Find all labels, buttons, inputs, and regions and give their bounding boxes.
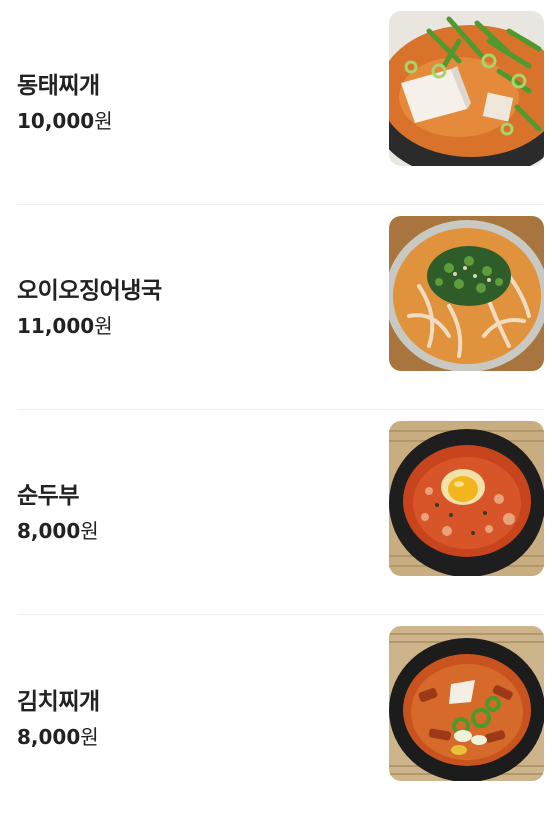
price-amount: 11,000 [17,314,95,338]
menu-item-text: 김치찌개 8,000원 [17,615,100,820]
menu-item-kimchi-jjigae[interactable]: 김치찌개 8,000원 [17,615,544,820]
sundubu-photo[interactable] [389,421,544,576]
price-unit: 원 [80,724,99,749]
price-unit: 원 [94,314,113,338]
menu-item-name: 오이오징어냉국 [17,278,162,304]
menu-item-price: 8,000원 [17,519,99,543]
menu-item-text: 순두부 8,000원 [17,410,99,614]
kimchi-jjigae-image [389,626,544,781]
menu-item-text: 오이오징어냉국 11,000원 [17,205,162,409]
menu-item-oi-ojingeo-naengguk[interactable]: 오이오징어냉국 11,000원 [17,205,544,410]
sundubu-image [389,421,544,576]
menu-item-dongtae-jjigae[interactable]: 동태찌개 10,000원 [17,0,544,205]
dongtae-jjigae-image [389,11,544,166]
price-unit: 원 [94,109,113,133]
menu-item-name: 김치찌개 [17,688,100,715]
menu-item-name: 순두부 [17,483,79,509]
menu-item-name: 동태찌개 [17,73,100,99]
price-amount: 8,000 [17,724,81,749]
oi-ojingeo-naengguk-photo[interactable] [389,216,544,371]
menu-item-price: 10,000원 [17,109,113,133]
price-amount: 10,000 [17,109,95,133]
oi-ojingeo-naengguk-image [389,216,544,371]
kimchi-jjigae-photo[interactable] [389,626,544,781]
price-amount: 8,000 [17,519,81,543]
price-unit: 원 [80,519,99,543]
menu-item-text: 동태찌개 10,000원 [17,0,113,204]
menu-item-sundubu[interactable]: 순두부 8,000원 [17,410,544,615]
menu-item-price: 8,000원 [17,725,100,749]
menu-list: 동태찌개 10,000원 오이오징어냉국 11,000원 순두부 8,000원 … [0,0,544,820]
dongtae-jjigae-photo[interactable] [389,11,544,166]
menu-item-price: 11,000원 [17,314,162,338]
